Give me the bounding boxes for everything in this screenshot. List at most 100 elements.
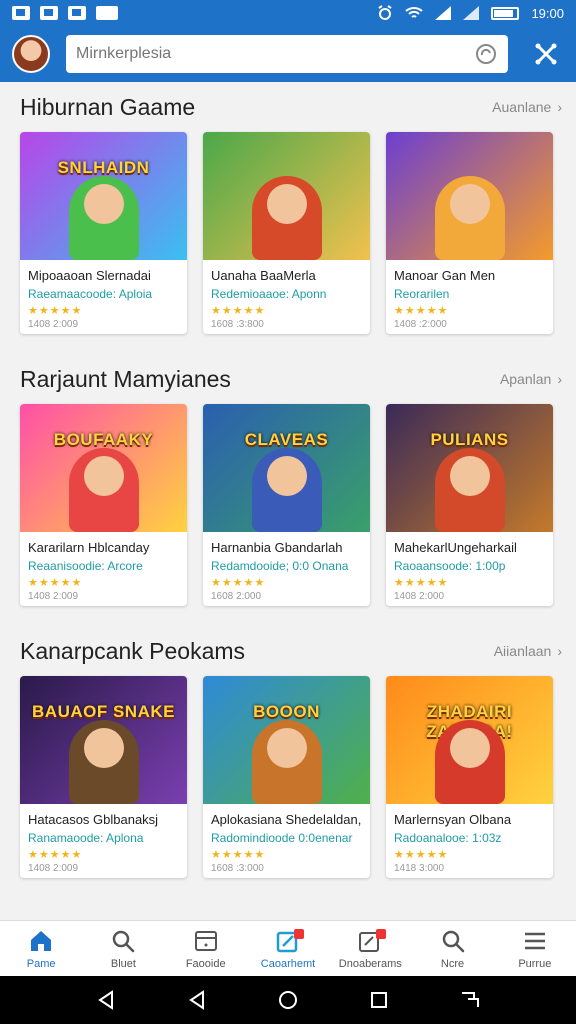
game-meta: 1418 3:000 bbox=[394, 863, 445, 874]
game-title: Hatacasos Gblbanaksj bbox=[28, 812, 159, 827]
nav-menu[interactable]: Purrue bbox=[494, 921, 576, 976]
section: Hiburnan Gaame Auanlane › SNLHAIDN Mipoaao… bbox=[0, 82, 576, 334]
game-subtitle: Raeamaacoode: Aploia bbox=[28, 287, 153, 301]
game-banner-text: BOUFAAKY bbox=[53, 430, 154, 449]
nav-home[interactable]: Pame bbox=[0, 921, 82, 976]
image-notification-icon bbox=[68, 6, 86, 20]
clock: 19:00 bbox=[531, 5, 564, 21]
search-icon[interactable] bbox=[474, 42, 498, 66]
game-card[interactable]: BAUAOF SNAKE Hatacasos Gblbanaksj Ranamaoo… bbox=[20, 676, 187, 878]
game-subtitle: Radomindioode 0:0enenar bbox=[211, 831, 353, 845]
close-icon bbox=[535, 43, 557, 65]
game-card[interactable]: ZHADAIRI ZARPIGA! Marlernsyan Olbana Radoa… bbox=[386, 676, 553, 878]
game-thumbnail bbox=[203, 132, 370, 260]
app-bar bbox=[0, 26, 576, 82]
game-subtitle: Redemioaaoe: Aponn bbox=[211, 287, 327, 301]
game-banner-text: PULIANS bbox=[430, 430, 509, 449]
nav-search-2[interactable]: Ncre bbox=[411, 921, 493, 976]
game-title: Harnanbia Gbandarlah bbox=[211, 540, 343, 555]
home-circle-icon[interactable] bbox=[277, 989, 299, 1011]
game-thumbnail: BOUFAAKY bbox=[20, 404, 187, 532]
game-title: Manoar Gan Men bbox=[394, 268, 496, 283]
rating-stars: ★★★★★ bbox=[211, 577, 266, 589]
search-input[interactable] bbox=[76, 45, 474, 63]
game-title: MahekarlUngeharkail bbox=[394, 540, 517, 555]
see-all-link[interactable]: Aiianlaan › bbox=[494, 643, 562, 659]
rating-stars: ★★★★★ bbox=[28, 305, 83, 317]
game-banner-text: BAUAOF SNAKE bbox=[32, 702, 175, 721]
see-all-link[interactable]: Auanlane › bbox=[492, 99, 562, 115]
game-meta: 1608 :3:800 bbox=[211, 319, 264, 330]
system-icons: 19:00 bbox=[377, 5, 564, 21]
game-title: Kararilarn Hblcanday bbox=[28, 540, 150, 555]
section: Kanarpcank Peokams Aiianlaan › BAUAOF SNA… bbox=[0, 626, 576, 878]
close-button[interactable] bbox=[528, 36, 564, 72]
section-header: Kanarpcank Peokams Aiianlaan › bbox=[20, 626, 562, 676]
game-banner-text: BOOON bbox=[253, 702, 320, 721]
rating-stars: ★★★★★ bbox=[394, 849, 449, 861]
game-title: Uanaha BaaMerla bbox=[211, 268, 316, 283]
game-card[interactable]: Uanaha BaaMerla Redemioaaoe: Aponn ★★★★★ 16… bbox=[203, 132, 370, 334]
game-card[interactable]: BOUFAAKY Kararilarn Hblcanday Reaanisoodie… bbox=[20, 404, 187, 606]
nav-label: Pame bbox=[26, 957, 56, 970]
notification-icons bbox=[12, 6, 118, 20]
game-title: Aplokasiana Shedelaldan, bbox=[211, 812, 362, 827]
battery-icon bbox=[491, 6, 520, 20]
nav-label: Faooide bbox=[185, 957, 226, 970]
chevron-right-icon: › bbox=[557, 371, 562, 387]
nav-label: Ncre bbox=[440, 957, 465, 970]
signal-icon bbox=[435, 6, 452, 20]
section-title: Rarjaunt Mamyianes bbox=[20, 365, 231, 392]
game-card[interactable]: SNLHAIDN Mipoaaoan Slernadai Raeamaacoode:… bbox=[20, 132, 187, 334]
game-card[interactable]: BOOON Aplokasiana Shedelaldan, Radomindioo… bbox=[203, 676, 370, 878]
game-thumbnail: BAUAOF SNAKE bbox=[20, 676, 187, 804]
avatar[interactable] bbox=[12, 35, 50, 73]
alarm-icon bbox=[378, 5, 393, 20]
main-content[interactable]: Hiburnan Gaame Auanlane › SNLHAIDN Mipoaao… bbox=[0, 82, 576, 920]
game-character bbox=[434, 720, 505, 804]
back-icon[interactable] bbox=[95, 989, 117, 1011]
game-meta: 1408 :2:000 bbox=[394, 319, 447, 330]
game-subtitle: Ranamaoode: Aplona bbox=[28, 831, 144, 845]
see-all-label: Aiianlaan bbox=[493, 643, 552, 659]
game-banner-text: SNLHAIDN bbox=[57, 158, 150, 177]
nav-label: Caoarhemt bbox=[260, 957, 316, 970]
game-meta: 1408 2:009 bbox=[28, 591, 79, 602]
game-subtitle: Radoanalooe: 1:03z bbox=[394, 831, 502, 845]
back-icon-2[interactable] bbox=[186, 989, 208, 1011]
nav-label: Bluet bbox=[110, 957, 136, 970]
nav-tablet[interactable]: Faooide bbox=[165, 921, 247, 976]
signal-icon-2 bbox=[463, 6, 480, 20]
card-row: SNLHAIDN Mipoaaoan Slernadai Raeamaacoode:… bbox=[20, 132, 562, 334]
rating-stars: ★★★★★ bbox=[28, 849, 83, 861]
system-navigation-bar bbox=[0, 976, 576, 1024]
notification-badge bbox=[376, 929, 387, 939]
nav-notes[interactable]: Dnoaberams bbox=[329, 921, 411, 976]
app-notification-icon bbox=[40, 6, 58, 20]
section-title: Hiburnan Gaame bbox=[20, 93, 196, 120]
rating-stars: ★★★★★ bbox=[211, 849, 266, 861]
chevron-right-icon: › bbox=[557, 99, 562, 115]
section: Rarjaunt Mamyianes Apanlan › BOUFAAKY Kara… bbox=[0, 354, 576, 606]
nav-search[interactable]: Bluet bbox=[82, 921, 164, 976]
see-all-label: Auanlane bbox=[492, 99, 552, 115]
see-all-link[interactable]: Apanlan › bbox=[500, 371, 562, 387]
nav-edit[interactable]: Caoarhemt bbox=[247, 921, 329, 976]
game-meta: 1608 :3:000 bbox=[211, 863, 264, 874]
home-icon bbox=[31, 930, 52, 951]
recents-icon[interactable] bbox=[368, 989, 390, 1011]
game-card[interactable]: Manoar Gan Men Reorarilen ★★★★★ 1408 :2:000 bbox=[386, 132, 553, 334]
chevron-right-icon: › bbox=[557, 643, 562, 659]
game-title: Marlernsyan Olbana bbox=[394, 812, 512, 827]
section-title: Kanarpcank Peokams bbox=[20, 637, 246, 664]
game-card[interactable]: PULIANS MahekarlUngeharkail Raoaansoode: 1… bbox=[386, 404, 553, 606]
section-header: Rarjaunt Mamyianes Apanlan › bbox=[20, 354, 562, 404]
game-subtitle: Reorarilen bbox=[394, 287, 450, 301]
game-title: Mipoaaoan Slernadai bbox=[28, 268, 151, 283]
screenshot-icon[interactable] bbox=[459, 989, 481, 1011]
message-notification-icon bbox=[96, 6, 118, 20]
game-subtitle: Reaanisoodie: Arcore bbox=[28, 559, 143, 573]
game-thumbnail: PULIANS bbox=[386, 404, 553, 532]
game-card[interactable]: CLAVEAS Harnanbia Gbandarlah Redamdooide; … bbox=[203, 404, 370, 606]
rating-stars: ★★★★★ bbox=[28, 577, 83, 589]
